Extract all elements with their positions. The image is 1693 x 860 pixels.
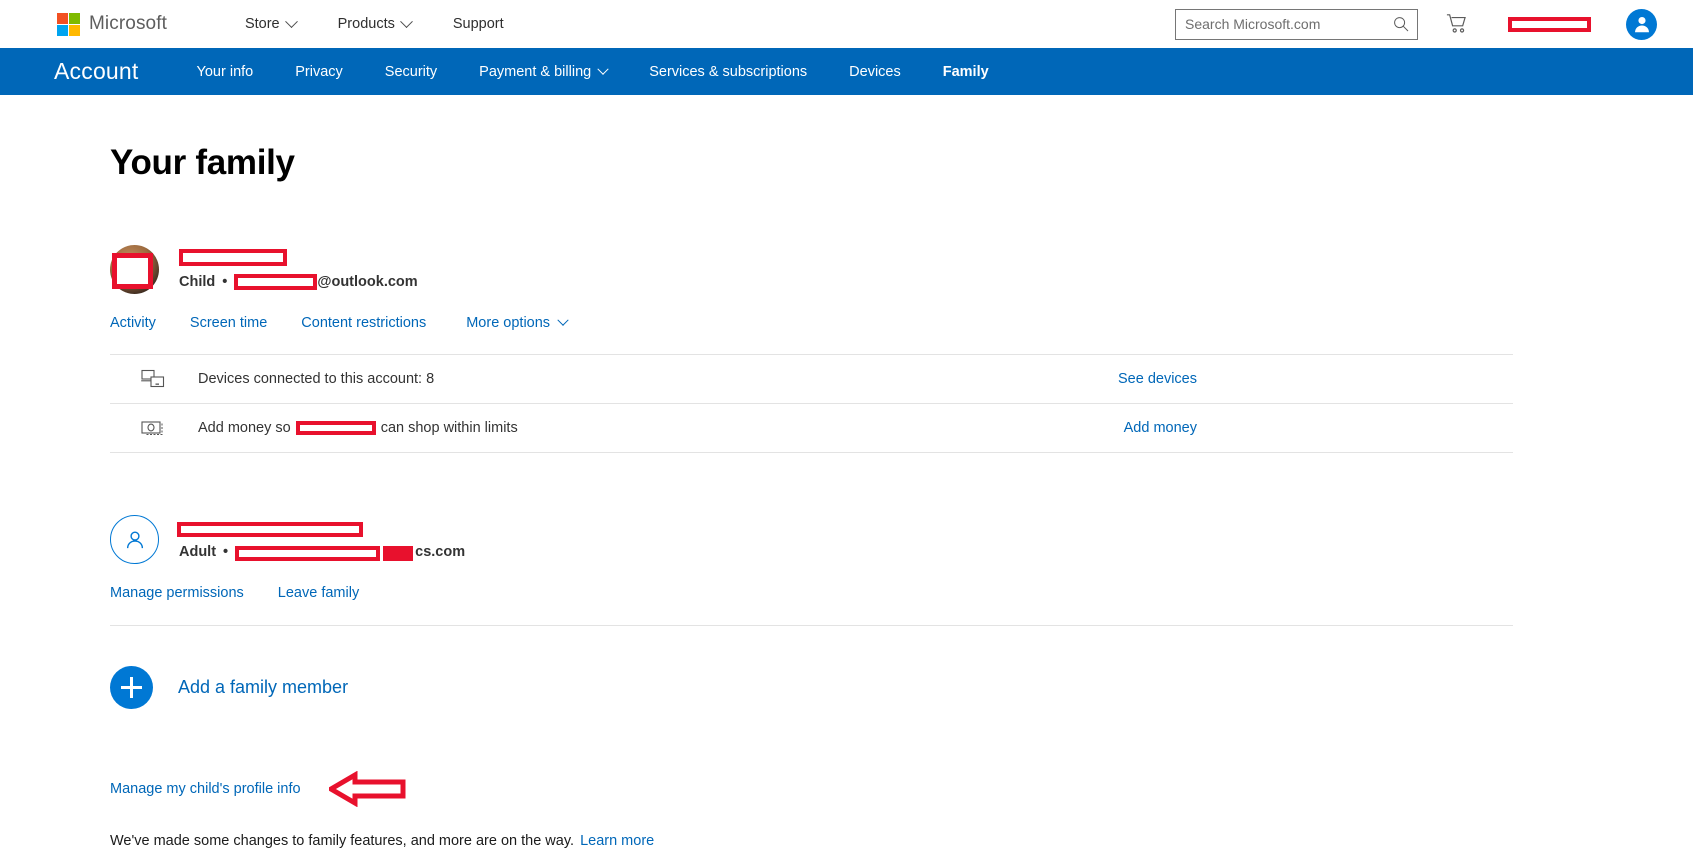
manage-profile-row: Manage my child's profile info bbox=[110, 771, 1613, 807]
account-nav-item-security[interactable]: Security bbox=[364, 59, 458, 85]
devices-count-text: Devices connected to this account: 8 bbox=[198, 371, 435, 387]
nav-item-store-label: Store bbox=[244, 16, 280, 32]
child-role-row: Child • @outlook.com bbox=[179, 274, 418, 290]
nav-item-store[interactable]: Store bbox=[224, 10, 317, 38]
member-header: Child • @outlook.com bbox=[110, 245, 1613, 294]
red-left-arrow-icon bbox=[328, 771, 406, 807]
header-right-cluster bbox=[1175, 0, 1693, 48]
page-content: Your family Child • @outlook.com Activit… bbox=[0, 143, 1693, 849]
link-screen-time[interactable]: Screen time bbox=[190, 315, 267, 331]
account-nav-item-family[interactable]: Family bbox=[922, 59, 1010, 85]
microsoft-global-header: Microsoft Store Products Support bbox=[0, 0, 1693, 48]
add-money-text-after: can shop within limits bbox=[380, 420, 518, 436]
global-nav: Store Products Support bbox=[224, 10, 525, 38]
redaction-child-name bbox=[179, 249, 287, 266]
link-more-options[interactable]: More options bbox=[466, 314, 569, 331]
separator-dot: • bbox=[222, 274, 228, 290]
redaction-adult-name bbox=[177, 522, 363, 537]
child-action-links: Activity Screen time Content restriction… bbox=[110, 314, 1613, 331]
account-nav-item-payment-billing-label: Payment & billing bbox=[479, 63, 592, 80]
microsoft-logo-icon bbox=[57, 12, 80, 36]
chevron-down-icon bbox=[597, 63, 609, 75]
nav-item-support-label: Support bbox=[452, 16, 504, 32]
redaction-adult-email bbox=[235, 546, 381, 561]
account-nav-bar: Account Your info Privacy Security Payme… bbox=[0, 48, 1693, 95]
redaction-child-email bbox=[234, 274, 318, 290]
account-nav-item-services-subscriptions-label: Services & subscriptions bbox=[649, 63, 808, 80]
redaction-account-name bbox=[1508, 16, 1591, 32]
child-avatar-photo[interactable] bbox=[110, 245, 159, 294]
search-box[interactable] bbox=[1175, 8, 1418, 40]
link-content-restrictions[interactable]: Content restrictions bbox=[301, 315, 426, 331]
account-nav-item-your-info-label: Your info bbox=[196, 63, 254, 80]
add-money-text-before: Add money so bbox=[198, 420, 291, 436]
redaction-child-name-inline bbox=[295, 421, 376, 435]
chevron-down-icon bbox=[400, 14, 413, 28]
account-nav-item-privacy-label: Privacy bbox=[295, 63, 343, 80]
family-member-adult: Adult • cs.com Manage permissions Leave … bbox=[110, 515, 1613, 626]
account-nav-item-payment-billing[interactable]: Payment & billing bbox=[458, 59, 628, 85]
link-more-options-label: More options bbox=[466, 315, 551, 331]
child-email-suffix: @outlook.com bbox=[317, 274, 418, 290]
link-manage-child-profile-info[interactable]: Manage my child's profile info bbox=[110, 781, 301, 797]
child-name-row bbox=[179, 249, 418, 268]
account-nav-item-devices[interactable]: Devices bbox=[828, 59, 922, 85]
chevron-down-icon bbox=[557, 314, 569, 326]
adult-action-links: Manage permissions Leave family bbox=[110, 585, 1613, 601]
section-divider bbox=[110, 625, 1513, 626]
info-row-add-money: Add money so can shop within limits Add … bbox=[110, 404, 1513, 453]
user-avatar-icon bbox=[1634, 16, 1649, 33]
plus-icon bbox=[110, 666, 153, 709]
family-member-child: Child • @outlook.com Activity Screen tim… bbox=[110, 245, 1613, 453]
adult-role-label: Adult bbox=[179, 544, 217, 560]
info-row-devices-label: Devices connected to this account: 8 bbox=[198, 371, 1118, 387]
account-nav-brand[interactable]: Account bbox=[54, 58, 139, 85]
member-identity: Adult • cs.com bbox=[177, 519, 465, 561]
account-avatar-button[interactable] bbox=[1626, 8, 1657, 40]
link-manage-permissions[interactable]: Manage permissions bbox=[110, 585, 244, 601]
page-title: Your family bbox=[110, 143, 295, 182]
separator-dot: • bbox=[223, 544, 229, 560]
nav-item-products-label: Products bbox=[337, 16, 395, 32]
adult-email: cs.com bbox=[235, 544, 465, 561]
info-row-add-money-label: Add money so can shop within limits bbox=[198, 420, 1124, 436]
info-row-devices: Devices connected to this account: 8 See… bbox=[110, 355, 1513, 404]
adult-name-row bbox=[177, 519, 465, 538]
money-icon bbox=[140, 418, 166, 438]
nav-item-support[interactable]: Support bbox=[432, 10, 525, 38]
add-family-member-button[interactable]: Add a family member bbox=[110, 666, 348, 709]
footer-note: We've made some changes to family featur… bbox=[110, 833, 1613, 849]
account-nav-item-devices-label: Devices bbox=[849, 63, 901, 80]
account-nav-item-security-label: Security bbox=[384, 63, 438, 80]
footer-note-text: We've made some changes to family featur… bbox=[110, 833, 575, 849]
redaction-adult-email-domain bbox=[383, 546, 414, 561]
chevron-down-icon bbox=[284, 14, 298, 28]
account-nav-item-privacy[interactable]: Privacy bbox=[274, 59, 364, 85]
adult-role-row: Adult • cs.com bbox=[179, 544, 465, 561]
link-leave-family[interactable]: Leave family bbox=[278, 585, 359, 601]
member-header: Adult • cs.com bbox=[110, 515, 1613, 564]
devices-icon bbox=[140, 369, 166, 389]
account-nav-item-family-label: Family bbox=[942, 63, 989, 80]
shopping-cart-icon[interactable] bbox=[1446, 13, 1468, 35]
child-info-rows: Devices connected to this account: 8 See… bbox=[110, 354, 1513, 453]
account-nav-item-your-info[interactable]: Your info bbox=[176, 59, 275, 85]
microsoft-wordmark: Microsoft bbox=[89, 13, 167, 34]
adult-avatar-icon[interactable] bbox=[110, 515, 159, 564]
child-role-label: Child bbox=[179, 274, 216, 290]
add-family-member-label: Add a family member bbox=[178, 677, 349, 697]
link-activity[interactable]: Activity bbox=[110, 315, 156, 331]
link-see-devices[interactable]: See devices bbox=[1118, 371, 1197, 387]
link-add-money[interactable]: Add money bbox=[1124, 420, 1197, 436]
account-nav-item-services-subscriptions[interactable]: Services & subscriptions bbox=[628, 59, 828, 85]
microsoft-logo-link[interactable]: Microsoft bbox=[57, 12, 167, 36]
member-identity: Child • @outlook.com bbox=[179, 249, 418, 290]
redaction-child-avatar bbox=[112, 253, 153, 289]
nav-item-products[interactable]: Products bbox=[317, 10, 432, 38]
link-learn-more[interactable]: Learn more bbox=[580, 833, 654, 849]
search-input[interactable] bbox=[1176, 9, 1417, 39]
